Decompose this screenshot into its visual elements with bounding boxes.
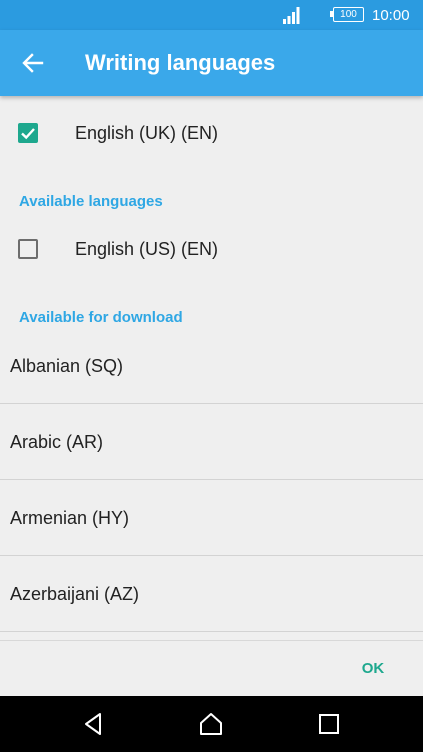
download-language-label: Armenian (HY) [10,508,130,528]
section-header-available: Available languages [19,193,163,210]
ok-button[interactable]: OK [350,654,396,684]
language-item-english-us[interactable]: English (US) (EN) [0,224,423,274]
battery-icon: 100 [330,7,364,22]
dialog-footer: OK [0,640,423,696]
navigation-bar [0,696,423,752]
language-label: English (US) (EN) [75,239,219,259]
list-item[interactable]: Azerbaijani (AZ) [0,556,423,632]
triangle-back-icon[interactable] [80,710,108,738]
arrow-left-icon[interactable] [20,50,46,76]
download-language-label: Azerbaijani (AZ) [10,584,140,604]
language-list: English (UK) (EN) Available languages En… [0,96,423,640]
language-item-english-uk[interactable]: English (UK) (EN) [0,108,423,158]
language-label: English (UK) (EN) [75,123,219,143]
checkbox-unchecked[interactable] [18,239,38,259]
checkbox-checked[interactable] [18,123,38,143]
list-item[interactable]: Albanian (SQ) [0,328,423,404]
square-recents-icon[interactable] [315,710,343,738]
check-icon [21,128,35,140]
home-icon[interactable] [197,710,225,738]
download-language-label: Albanian (SQ) [10,356,124,376]
signal-icon [283,7,300,24]
battery-level: 100 [333,7,364,22]
section-header-download: Available for download [19,309,183,326]
download-language-label: Arabic (AR) [10,432,104,452]
list-item[interactable]: Arabic (AR) [0,404,423,480]
status-bar: 100 10:00 [0,0,423,30]
app-bar: Writing languages [0,30,423,96]
list-item[interactable]: Armenian (HY) [0,480,423,556]
page-title: Writing languages [85,50,276,75]
status-clock: 10:00 [372,7,410,24]
